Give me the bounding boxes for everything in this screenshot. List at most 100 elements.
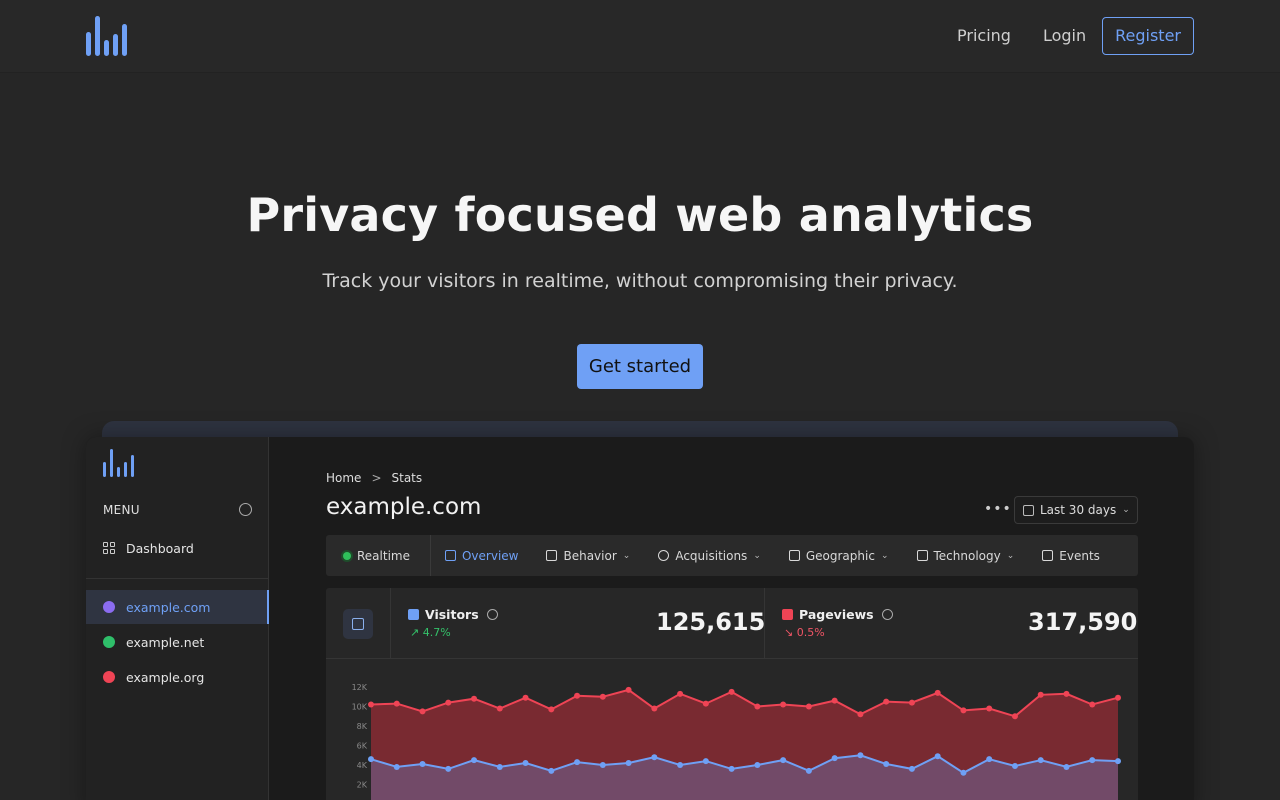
pricing-link[interactable]: Pricing <box>941 17 1027 55</box>
visitors-value: 125,615 <box>656 608 766 636</box>
point-pageviews[interactable] <box>574 692 581 699</box>
point-pageviews[interactable] <box>857 711 864 718</box>
point-pageviews[interactable] <box>1037 691 1044 698</box>
login-link[interactable]: Login <box>1027 17 1102 55</box>
point-visitors[interactable] <box>471 757 478 764</box>
point-visitors[interactable] <box>1089 757 1096 764</box>
point-pageviews[interactable] <box>496 705 503 712</box>
point-visitors[interactable] <box>728 765 735 772</box>
point-visitors[interactable] <box>496 763 503 770</box>
point-pageviews[interactable] <box>677 690 684 697</box>
brand-logo-icon[interactable] <box>86 16 128 56</box>
point-pageviews[interactable] <box>728 688 735 695</box>
point-visitors[interactable] <box>831 755 838 762</box>
date-range-label: Last 30 days <box>1040 503 1117 517</box>
more-options-icon[interactable]: ••• <box>984 501 1012 517</box>
info-icon[interactable] <box>486 609 498 620</box>
point-visitors[interactable] <box>625 760 632 767</box>
y-tick-label: 8K <box>357 722 368 731</box>
chevron-down-icon: ⌄ <box>622 550 631 561</box>
point-pageviews[interactable] <box>960 707 967 714</box>
tab-realtime[interactable]: Realtime <box>326 535 431 576</box>
point-visitors[interactable] <box>651 754 658 761</box>
point-pageviews[interactable] <box>1115 694 1121 701</box>
point-pageviews[interactable] <box>1063 690 1070 697</box>
point-pageviews[interactable] <box>625 686 632 693</box>
point-visitors[interactable] <box>522 760 529 767</box>
point-visitors[interactable] <box>1037 757 1044 764</box>
chevron-down-icon: ⌄ <box>880 550 889 561</box>
target-icon <box>1042 550 1054 561</box>
point-visitors[interactable] <box>986 756 993 763</box>
point-pageviews[interactable] <box>368 701 374 708</box>
point-visitors[interactable] <box>368 756 374 763</box>
dashboard-main: Home > Stats example.com ••• Last 30 day… <box>326 437 1138 800</box>
dashboard-sidebar: MENU Dashboard example.com example.net e… <box>86 437 269 800</box>
tab-geographic[interactable]: Geographic ⌄ <box>775 535 903 576</box>
tab-behavior[interactable]: Behavior ⌄ <box>532 535 644 576</box>
get-started-button[interactable]: Get started <box>577 344 703 389</box>
sidebar-item-label: example.com <box>126 599 211 615</box>
point-visitors[interactable] <box>908 765 915 772</box>
point-visitors[interactable] <box>393 763 400 770</box>
point-pageviews[interactable] <box>393 700 400 707</box>
point-pageviews[interactable] <box>831 697 838 704</box>
y-tick-label: 4K <box>357 761 368 770</box>
tab-acquisitions[interactable]: Acquisitions ⌄ <box>644 535 775 576</box>
point-pageviews[interactable] <box>1089 701 1096 708</box>
point-visitors[interactable] <box>780 757 787 764</box>
register-button[interactable]: Register <box>1102 17 1194 55</box>
info-icon[interactable] <box>881 609 893 620</box>
point-pageviews[interactable] <box>599 693 606 700</box>
point-visitors[interactable] <box>883 761 890 768</box>
chart-toggle-icon[interactable] <box>343 609 373 639</box>
share-nodes-icon <box>658 550 670 561</box>
point-pageviews[interactable] <box>419 708 426 715</box>
breadcrumb-current: Stats <box>391 471 423 485</box>
point-visitors[interactable] <box>548 767 555 774</box>
tab-technology[interactable]: Technology ⌄ <box>903 535 1029 576</box>
point-visitors[interactable] <box>445 765 452 772</box>
tab-events[interactable]: Events <box>1028 535 1114 576</box>
point-pageviews[interactable] <box>883 698 890 705</box>
point-visitors[interactable] <box>677 762 684 768</box>
point-pageviews[interactable] <box>754 703 761 710</box>
point-visitors[interactable] <box>1115 758 1121 765</box>
stat-divider <box>764 588 765 659</box>
point-visitors[interactable] <box>857 752 864 759</box>
sidebar-item-dashboard[interactable]: Dashboard <box>86 531 269 565</box>
point-pageviews[interactable] <box>651 705 658 712</box>
tab-overview[interactable]: Overview <box>431 535 533 576</box>
point-pageviews[interactable] <box>805 703 812 710</box>
sidebar-site-example-com[interactable]: example.com <box>86 590 269 624</box>
point-visitors[interactable] <box>419 761 426 768</box>
point-pageviews[interactable] <box>986 705 993 712</box>
point-visitors[interactable] <box>805 767 812 774</box>
point-visitors[interactable] <box>702 758 709 765</box>
point-pageviews[interactable] <box>934 689 941 696</box>
sidebar-logo-icon <box>103 449 135 477</box>
dashboard-preview: MENU Dashboard example.com example.net e… <box>86 437 1194 800</box>
point-pageviews[interactable] <box>702 700 709 707</box>
sidebar-site-example-net[interactable]: example.net <box>86 625 269 659</box>
point-visitors[interactable] <box>1011 762 1018 769</box>
point-pageviews[interactable] <box>908 699 915 706</box>
point-visitors[interactable] <box>754 762 761 768</box>
point-visitors[interactable] <box>934 753 941 760</box>
point-pageviews[interactable] <box>548 706 555 713</box>
point-visitors[interactable] <box>599 762 606 768</box>
point-visitors[interactable] <box>1063 763 1070 770</box>
point-pageviews[interactable] <box>445 699 452 706</box>
tab-label: Acquisitions <box>675 548 748 563</box>
point-pageviews[interactable] <box>522 694 529 701</box>
point-pageviews[interactable] <box>471 695 478 702</box>
point-pageviews[interactable] <box>1011 713 1018 720</box>
point-visitors[interactable] <box>960 769 967 776</box>
breadcrumb-home[interactable]: Home <box>326 471 361 485</box>
sidebar-site-example-org[interactable]: example.org <box>86 660 269 694</box>
traffic-chart: 12K 10K 8K 6K 4K 2K <box>326 659 1138 800</box>
theme-palette-icon[interactable] <box>239 503 252 516</box>
date-range-select[interactable]: Last 30 days ⌄ <box>1014 496 1138 524</box>
point-pageviews[interactable] <box>780 701 787 708</box>
point-visitors[interactable] <box>574 759 581 766</box>
